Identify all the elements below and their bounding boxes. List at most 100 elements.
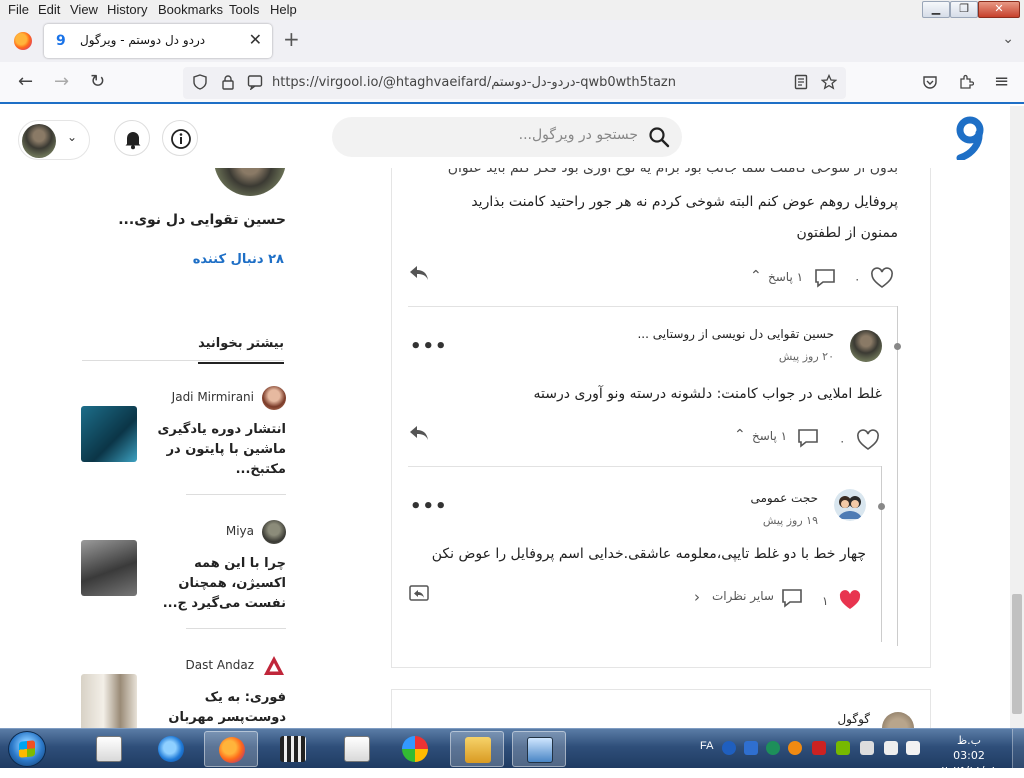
taskbar-app[interactable] — [512, 731, 566, 767]
other-comments-link[interactable]: سایر نظرات — [712, 589, 774, 603]
taskbar-app[interactable] — [82, 731, 136, 767]
firefox-view-icon[interactable] — [14, 32, 32, 50]
commenter-name[interactable]: گوگول — [837, 712, 870, 726]
restore-button[interactable]: ❐ — [950, 1, 978, 18]
heart-icon[interactable] — [856, 429, 880, 451]
bookmark-star-icon[interactable] — [821, 74, 837, 90]
forward-icon[interactable]: → — [54, 71, 69, 93]
new-tab-icon[interactable]: + — [283, 29, 300, 49]
tray-app-icon[interactable] — [788, 741, 802, 755]
rec-thumbnail[interactable] — [81, 674, 137, 728]
menu-bar: File Edit View History Bookmarks Tools H… — [0, 0, 1024, 20]
reply-icon[interactable] — [408, 264, 430, 282]
close-window-button[interactable]: ✕ — [978, 1, 1020, 18]
help-icon[interactable] — [722, 741, 736, 755]
page-scrollbar[interactable] — [1010, 106, 1024, 728]
reader-view-icon[interactable] — [794, 74, 808, 90]
permissions-icon[interactable] — [247, 74, 263, 90]
author-name[interactable]: حسین تقوایی دل نوی... — [118, 212, 286, 228]
replies-count[interactable]: ۱ پاسخ — [768, 270, 803, 284]
rec-title[interactable]: فوری: به یک دوست‌پسر مهربان و وفادار برا… — [156, 688, 286, 728]
rec-thumbnail[interactable] — [81, 406, 137, 462]
more-options-icon[interactable]: ••• — [410, 338, 448, 356]
tray-app-icon[interactable] — [812, 741, 826, 755]
network-icon[interactable] — [884, 741, 898, 755]
rec-thumbnail[interactable] — [81, 540, 137, 596]
show-desktop-button[interactable] — [1012, 729, 1024, 769]
chevron-left-icon[interactable]: ‹ — [694, 588, 700, 606]
navigation-bar: ← → ↻ https://virgool.io/@htaghvaeifard/… — [0, 62, 1024, 104]
language-indicator[interactable]: FA — [700, 740, 713, 752]
rec-title[interactable]: انتشار دوره یادگیری ماشین با پایتون در م… — [156, 420, 286, 480]
folder-icon — [465, 737, 491, 763]
comment-bubble-icon[interactable] — [781, 588, 803, 608]
heart-icon[interactable] — [870, 267, 894, 289]
action-center-icon[interactable] — [860, 741, 874, 755]
taskbar-app[interactable] — [266, 731, 320, 767]
heart-filled-icon[interactable] — [838, 589, 862, 611]
menu-edit[interactable]: Edit — [38, 2, 60, 17]
commenter-name[interactable]: حجت عمومی — [751, 491, 819, 505]
taskbar-app[interactable] — [388, 731, 442, 767]
notifications-button[interactable] — [114, 120, 150, 156]
minimize-button[interactable]: ▁ — [922, 1, 950, 18]
bell-icon — [125, 132, 141, 150]
rec-author[interactable]: Dast Andaz — [186, 658, 254, 672]
followers-count[interactable]: ۲۸ دنبال کننده — [193, 252, 284, 267]
menu-file[interactable]: File — [8, 2, 29, 17]
back-icon[interactable]: ← — [18, 71, 33, 93]
menu-tools[interactable]: Tools — [229, 2, 259, 17]
menu-view[interactable]: View — [70, 2, 98, 17]
recommendation-item[interactable]: Dast Andaz فوری: به یک دوست‌پسر مهربان و… — [81, 654, 286, 728]
comment-bubble-icon[interactable] — [797, 428, 819, 448]
search-box[interactable]: جستجو در ویرگول... — [332, 117, 682, 157]
chevron-up-icon[interactable]: ⌃ — [734, 427, 746, 443]
taskbar-app[interactable] — [450, 731, 504, 767]
url-bar[interactable]: https://virgool.io/@htaghvaeifard/دردو-د… — [183, 67, 846, 99]
lock-icon[interactable] — [221, 74, 235, 90]
app-menu-icon[interactable]: ≡ — [994, 71, 1009, 93]
taskbar-app[interactable] — [144, 731, 198, 767]
more-options-icon[interactable]: ••• — [410, 498, 448, 516]
system-tray: FA ب.ظ 03:02 ۲۰۲۵/۱۸/۰۸ — [694, 729, 1024, 777]
menu-help[interactable]: Help — [270, 2, 297, 17]
extensions-icon[interactable] — [958, 74, 974, 90]
scrollbar-thumb[interactable] — [1012, 594, 1022, 714]
recommendation-item[interactable]: Miya چرا با این همه اکسیژن، همچنان نفست … — [81, 520, 286, 630]
replies-count[interactable]: ۱ پاسخ — [752, 429, 787, 443]
url-text: https://virgool.io/@htaghvaeifard/دردو-د… — [272, 75, 676, 90]
shield-icon[interactable] — [193, 74, 207, 90]
tab-virgool[interactable]: 9 دردو دل دوستم - ویرگول ✕ — [44, 24, 272, 58]
reload-icon[interactable]: ↻ — [90, 71, 105, 93]
tray-app-icon[interactable] — [766, 741, 780, 755]
close-tab-icon[interactable]: ✕ — [249, 31, 262, 49]
user-menu[interactable]: ⌄ — [18, 120, 90, 160]
commenter-avatar[interactable] — [882, 712, 914, 728]
commenter-avatar[interactable] — [850, 330, 882, 362]
divider — [408, 306, 898, 307]
start-button[interactable] — [8, 731, 46, 767]
chevron-up-icon[interactable]: ⌃ — [750, 268, 762, 284]
clock[interactable]: ب.ظ 03:02 ۲۰۲۵/۱۸/۰۸ — [940, 733, 998, 778]
tray-app-icon[interactable] — [744, 741, 758, 755]
commenter-avatar[interactable] — [834, 489, 866, 521]
commenter-name[interactable]: حسین تقوایی دل نویسی از روستایی ... — [637, 327, 834, 341]
virgool-logo-icon[interactable] — [950, 114, 988, 160]
pocket-icon[interactable] — [922, 74, 938, 90]
info-button[interactable] — [162, 120, 198, 156]
rec-author[interactable]: Miya — [226, 524, 254, 538]
taskbar-app[interactable] — [330, 731, 384, 767]
comment-bubble-icon[interactable] — [814, 268, 836, 288]
rec-author[interactable]: Jadi Mirmirani — [172, 390, 254, 404]
nvidia-icon[interactable] — [836, 741, 850, 755]
taskbar-app-firefox[interactable] — [204, 731, 258, 767]
menu-bookmarks[interactable]: Bookmarks — [158, 2, 223, 17]
rec-title[interactable]: چرا با این همه اکسیژن، همچنان نفست می‌گی… — [156, 554, 286, 614]
share-icon[interactable] — [408, 584, 430, 602]
search-icon[interactable] — [648, 126, 670, 148]
menu-history[interactable]: History — [107, 2, 147, 17]
list-all-tabs-icon[interactable]: ⌄ — [1002, 31, 1014, 47]
recommendation-item[interactable]: Jadi Mirmirani انتشار دوره یادگیری ماشین… — [81, 386, 286, 496]
volume-icon[interactable] — [906, 741, 920, 755]
reply-icon[interactable] — [408, 424, 430, 442]
